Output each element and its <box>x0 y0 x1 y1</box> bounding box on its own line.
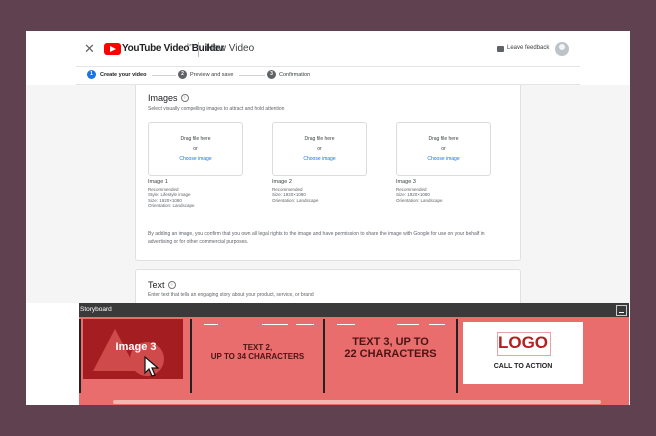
step-confirmation[interactable]: Confirmation <box>279 72 310 78</box>
divider <box>296 324 314 325</box>
step-connector <box>152 75 176 76</box>
leave-feedback-link[interactable]: Leave feedback <box>507 45 549 51</box>
main-content: Images? Select visually compelling image… <box>26 85 630 303</box>
clip-logo[interactable]: LOGO CALL TO ACTION <box>456 319 629 393</box>
images-card: Images? Select visually compelling image… <box>135 85 521 261</box>
cursor-icon <box>144 356 159 377</box>
text-2-line-2: UP TO 34 CHARACTERS <box>210 352 305 361</box>
image-3-label: Image 3 <box>396 179 416 185</box>
storyboard-header: Storyboard <box>79 303 629 317</box>
step-2-number: 2 <box>178 70 187 79</box>
top-bar: ✕ YouTube Video Builder Beta New Video L… <box>26 31 630 67</box>
or-text: or <box>317 146 322 152</box>
text-title: Text? <box>148 280 176 290</box>
divider <box>204 324 218 325</box>
or-text: or <box>193 146 198 152</box>
divider <box>337 324 355 325</box>
feedback-icon[interactable] <box>497 46 504 52</box>
image-2-specs: Image 2 Recommended Size: 1920×1080 Orie… <box>272 179 319 203</box>
spec-line: Style: Lifestyle image <box>148 192 191 198</box>
clip-text-2[interactable]: TEXT 2, UP TO 34 CHARACTERS <box>190 319 323 393</box>
text-subtitle: Enter text that tells an engaging story … <box>148 292 314 298</box>
divider <box>262 324 288 325</box>
help-icon[interactable]: ? <box>180 94 189 102</box>
images-title: Images? <box>148 93 189 103</box>
stepper: 1 Create your video 2 Preview and save 3… <box>26 67 630 84</box>
spec-line: Orientation: Landscape <box>396 197 443 203</box>
drag-file-text: Drag file here <box>180 136 211 142</box>
avatar[interactable] <box>555 42 569 56</box>
choose-image-link[interactable]: Choose image <box>397 156 490 162</box>
step-1-number: 1 <box>87 70 96 79</box>
text-2-line-1: TEXT 2, <box>242 343 273 352</box>
image-3-label: Image 3 <box>115 341 157 353</box>
choose-image-link[interactable]: Choose image <box>273 156 366 162</box>
scroll-thumb[interactable] <box>113 400 601 404</box>
help-icon[interactable]: ? <box>167 281 176 289</box>
image-3-placeholder <box>83 319 183 379</box>
call-to-action-text: CALL TO ACTION <box>493 363 553 370</box>
or-text: or <box>441 146 446 152</box>
divider <box>198 42 199 57</box>
text-card: Text? Enter text that tells an engaging … <box>135 269 521 303</box>
logo-text: LOGO <box>497 333 549 352</box>
image-2-dropzone[interactable]: Drag file here or Choose image <box>272 122 367 176</box>
clip-text-3[interactable]: TEXT 3, UP TO 22 CHARACTERS <box>323 319 456 393</box>
image-2-label: Image 2 <box>272 179 292 185</box>
spec-line: Orientation: Landscape <box>272 197 319 203</box>
minimize-icon[interactable] <box>616 305 627 316</box>
timeline-scrollbar[interactable] <box>79 395 629 405</box>
storyboard-panel: Storyboard Image 3 TEXT 2, UP TO 34 CHAR… <box>79 303 629 405</box>
clip-image-3[interactable]: Image 3 <box>79 319 191 393</box>
step-create-your-video[interactable]: Create your video <box>100 72 146 78</box>
legal-notice: By adding an image, you confirm that you… <box>148 231 485 245</box>
step-3-number: 3 <box>267 70 276 79</box>
image-3-dropzone[interactable]: Drag file here or Choose image <box>396 122 491 176</box>
images-subtitle: Select visually compelling images to att… <box>148 106 285 112</box>
app-window: ✕ YouTube Video Builder Beta New Video L… <box>26 31 630 405</box>
step-preview-and-save[interactable]: Preview and save <box>190 72 233 78</box>
choose-image-link[interactable]: Choose image <box>149 156 242 162</box>
image-1-dropzone[interactable]: Drag file here or Choose image <box>148 122 243 176</box>
text-3-line-1: TEXT 3, UP TO <box>352 336 429 348</box>
image-3-specs: Image 3 Recommended Size: 1920×1080 Orie… <box>396 179 443 203</box>
storyboard-timeline: Image 3 TEXT 2, UP TO 34 CHARACTERS TEXT… <box>79 317 629 395</box>
logo-end-card: LOGO CALL TO ACTION <box>463 322 583 384</box>
divider <box>397 324 419 325</box>
image-1-label: Image 1 <box>148 179 168 185</box>
drag-file-text: Drag file here <box>428 136 459 142</box>
text-3-line-2: 22 CHARACTERS <box>344 348 437 360</box>
step-connector <box>239 75 265 76</box>
spec-line: Orientation: Landscape <box>148 202 195 208</box>
drag-file-text: Drag file here <box>304 136 335 142</box>
storyboard-title: Storyboard <box>80 306 112 313</box>
divider <box>429 324 445 325</box>
image-1-specs: Image 1 Recommended Style: Lifestyle ima… <box>148 179 195 208</box>
page-title: New Video <box>206 43 255 54</box>
youtube-logo-icon <box>104 43 121 55</box>
beta-badge: Beta <box>187 42 196 47</box>
close-icon[interactable]: ✕ <box>84 42 95 56</box>
